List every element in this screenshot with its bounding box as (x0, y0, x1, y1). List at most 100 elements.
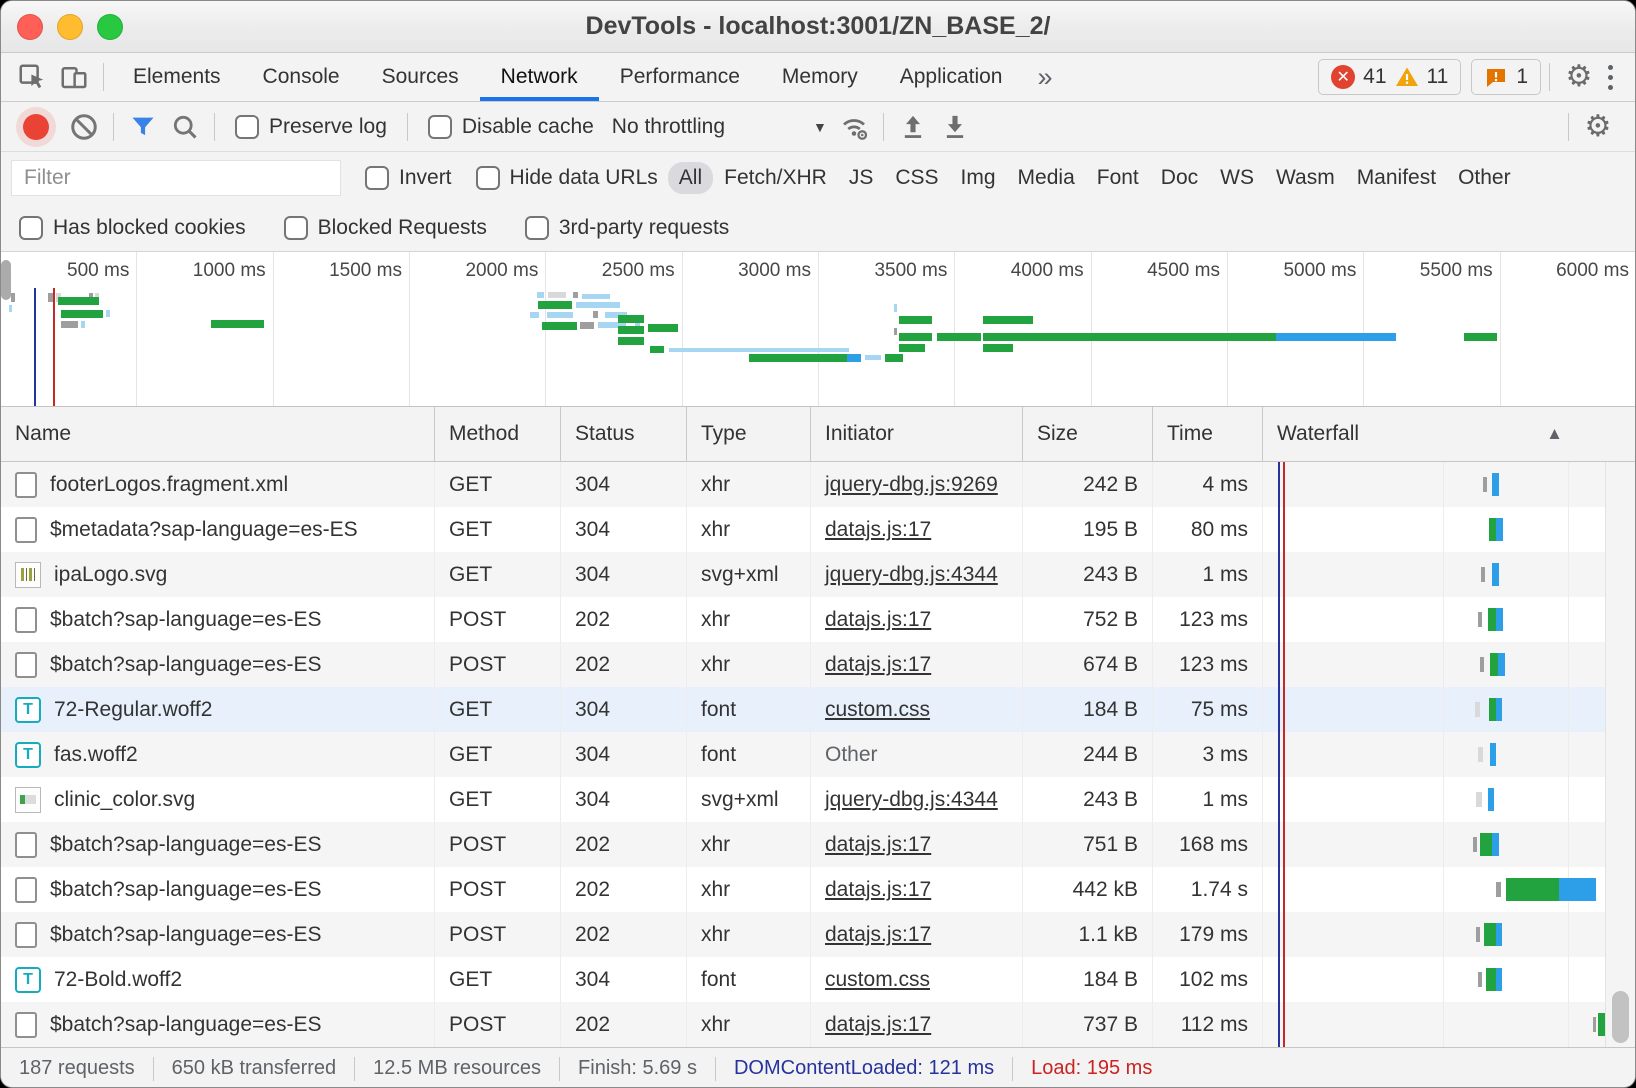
cell-status: 202 (561, 1002, 687, 1047)
more-options-button[interactable] (1600, 65, 1621, 90)
tab-network[interactable]: Network (480, 53, 599, 101)
filter-type-fetch-xhr[interactable]: Fetch/XHR (713, 162, 838, 194)
filter-type-all[interactable]: All (668, 162, 713, 194)
tab-console[interactable]: Console (242, 53, 361, 101)
network-conditions-button[interactable] (833, 108, 875, 146)
console-errors-warnings-badge[interactable]: ✕ 41 11 (1318, 59, 1461, 95)
initiator-link[interactable]: custom.css (825, 968, 930, 992)
filter-type-css[interactable]: CSS (884, 162, 949, 194)
waterfall-bar (1506, 878, 1559, 901)
cell-time: 1 ms (1153, 552, 1263, 597)
table-row[interactable]: $batch?sap-language=es-ESPOST202xhrdataj… (1, 1002, 1635, 1047)
cell-waterfall (1263, 732, 1635, 777)
separator (407, 113, 408, 141)
overview-request-bar (211, 320, 264, 328)
column-header-size[interactable]: Size (1023, 407, 1153, 461)
initiator-link[interactable]: datajs.js:17 (825, 833, 931, 857)
initiator-link[interactable]: datajs.js:17 (825, 878, 931, 902)
cell-size: 244 B (1023, 732, 1153, 777)
third-party-requests-label: 3rd-party requests (559, 216, 729, 240)
column-header-method[interactable]: Method (435, 407, 561, 461)
table-row[interactable]: $batch?sap-language=es-ESPOST202xhrdataj… (1, 822, 1635, 867)
cell-status: 202 (561, 867, 687, 912)
table-row[interactable]: Tfas.woff2GET304fontOther244 B3 ms (1, 732, 1635, 777)
filter-type-font[interactable]: Font (1086, 162, 1150, 194)
filter-type-img[interactable]: Img (950, 162, 1007, 194)
tab-memory[interactable]: Memory (761, 53, 879, 101)
devtools-settings-button[interactable]: ⚙ (1558, 58, 1600, 96)
column-header-initiator[interactable]: Initiator (811, 407, 1023, 461)
cell-name: T72-Regular.woff2 (1, 687, 435, 732)
filter-input[interactable] (11, 160, 341, 196)
has-blocked-cookies-checkbox[interactable] (19, 216, 43, 240)
hide-data-urls-checkbox[interactable] (476, 166, 500, 190)
blocked-requests-checkbox[interactable] (284, 216, 308, 240)
filter-toggle-button[interactable] (122, 108, 164, 146)
throttling-value: No throttling (612, 115, 725, 139)
initiator-link[interactable]: custom.css (825, 698, 930, 722)
inspect-element-button[interactable] (11, 58, 53, 96)
table-row[interactable]: ipaLogo.svgGET304svg+xmljquery-dbg.js:43… (1, 552, 1635, 597)
tab-sources[interactable]: Sources (361, 53, 480, 101)
initiator-link[interactable]: datajs.js:17 (825, 608, 931, 632)
initiator-link[interactable]: jquery-dbg.js:4344 (825, 788, 998, 812)
import-har-button[interactable] (892, 108, 934, 146)
initiator-link[interactable]: datajs.js:17 (825, 653, 931, 677)
network-settings-button[interactable]: ⚙ (1577, 108, 1619, 146)
funnel-icon (129, 113, 157, 141)
table-row[interactable]: T72-Regular.woff2GET304fontcustom.css184… (1, 687, 1635, 732)
filter-type-ws[interactable]: WS (1209, 162, 1265, 194)
throttling-select[interactable]: No throttling ▼ (612, 115, 827, 139)
more-tabs-button[interactable]: » (1023, 62, 1066, 93)
column-header-label: Status (575, 422, 635, 446)
tab-performance[interactable]: Performance (599, 53, 761, 101)
initiator-link[interactable]: jquery-dbg.js:4344 (825, 563, 998, 587)
preserve-log-checkbox[interactable] (235, 115, 259, 139)
invert-checkbox[interactable] (365, 166, 389, 190)
record-button[interactable] (23, 114, 49, 140)
table-row[interactable]: $batch?sap-language=es-ESPOST202xhrdataj… (1, 597, 1635, 642)
third-party-requests-checkbox[interactable] (525, 216, 549, 240)
device-toolbar-button[interactable] (53, 58, 95, 96)
column-header-name[interactable]: Name (1, 407, 435, 461)
filter-type-wasm[interactable]: Wasm (1265, 162, 1346, 194)
filter-type-media[interactable]: Media (1007, 162, 1086, 194)
table-row[interactable]: $metadata?sap-language=es-ESGET304xhrdat… (1, 507, 1635, 552)
column-header-time[interactable]: Time (1153, 407, 1263, 461)
cell-time: 4 ms (1153, 462, 1263, 507)
search-button[interactable] (164, 108, 206, 146)
column-header-status[interactable]: Status (561, 407, 687, 461)
initiator-link[interactable]: jquery-dbg.js:9269 (825, 473, 998, 497)
issues-badge[interactable]: 1 (1471, 59, 1541, 95)
table-row[interactable]: T72-Bold.woff2GET304fontcustom.css184 B1… (1, 957, 1635, 1002)
cell-status: 304 (561, 462, 687, 507)
clear-button[interactable] (63, 108, 105, 146)
cell-status: 304 (561, 957, 687, 1002)
filter-type-js[interactable]: JS (838, 162, 885, 194)
disable-cache-checkbox[interactable] (428, 115, 452, 139)
vertical-scrollbar[interactable] (1605, 462, 1635, 1047)
filter-type-doc[interactable]: Doc (1150, 162, 1209, 194)
initiator-link[interactable]: datajs.js:17 (825, 518, 931, 542)
export-har-button[interactable] (934, 108, 976, 146)
initiator-link[interactable]: datajs.js:17 (825, 923, 931, 947)
overview-scroll-handle[interactable] (1, 260, 11, 300)
network-overview-timeline[interactable]: 500 ms1000 ms1500 ms2000 ms2500 ms3000 m… (1, 251, 1635, 407)
table-row[interactable]: footerLogos.fragment.xmlGET304xhrjquery-… (1, 462, 1635, 507)
filter-type-other[interactable]: Other (1447, 162, 1522, 194)
tab-application[interactable]: Application (879, 53, 1024, 101)
column-header-waterfall[interactable]: Waterfall▲ (1263, 407, 1635, 461)
initiator-link[interactable]: datajs.js:17 (825, 1013, 931, 1037)
dcl-event-line (1278, 957, 1280, 1002)
filter-type-manifest[interactable]: Manifest (1346, 162, 1447, 194)
tab-elements[interactable]: Elements (112, 53, 242, 101)
table-row[interactable]: $batch?sap-language=es-ESPOST202xhrdataj… (1, 642, 1635, 687)
cell-name: $batch?sap-language=es-ES (1, 597, 435, 642)
scrollbar-thumb[interactable] (1612, 991, 1629, 1043)
warning-icon (1395, 65, 1419, 89)
table-row[interactable]: clinic_color.svgGET304svg+xmljquery-dbg.… (1, 777, 1635, 822)
table-row[interactable]: $batch?sap-language=es-ESPOST202xhrdataj… (1, 867, 1635, 912)
column-header-type[interactable]: Type (687, 407, 811, 461)
waterfall-gridline (1568, 687, 1569, 732)
table-row[interactable]: $batch?sap-language=es-ESPOST202xhrdataj… (1, 912, 1635, 957)
